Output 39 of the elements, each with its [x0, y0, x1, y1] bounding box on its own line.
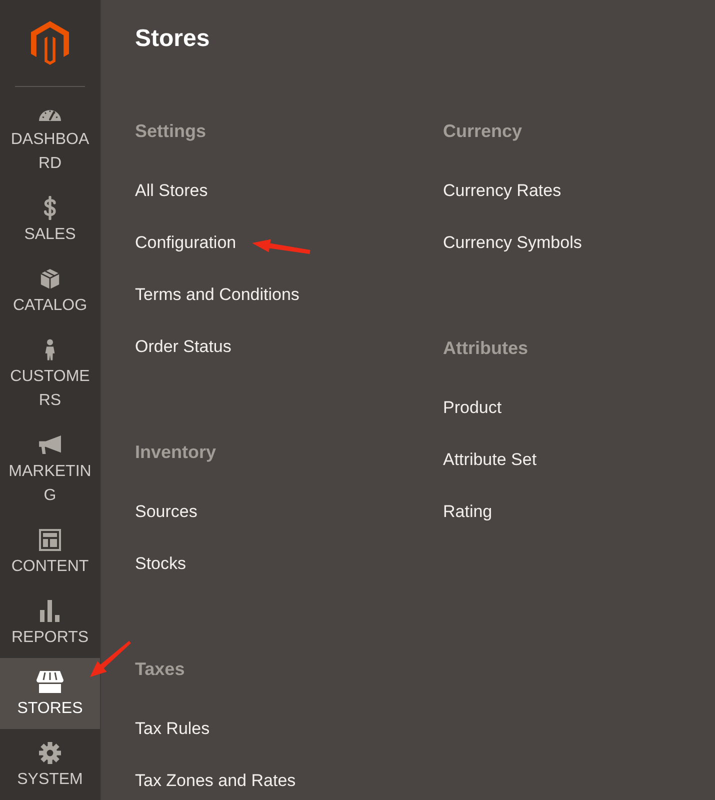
section-heading: Attributes: [443, 337, 528, 360]
menu-link[interactable]: Tax Zones and Rates: [135, 769, 296, 793]
storefront-icon: [36, 671, 64, 693]
nav-item[interactable]: CONTENT: [0, 516, 100, 587]
nav-item[interactable]: STORES: [0, 658, 100, 729]
section-heading: Inventory: [135, 441, 216, 464]
section-heading: Taxes: [135, 658, 185, 681]
nav-item[interactable]: DASHBOARD: [0, 89, 100, 184]
bar-chart-icon: [40, 600, 60, 622]
gear-icon: [39, 742, 61, 764]
layout-icon: [39, 529, 61, 551]
menu-link[interactable]: Currency Symbols: [443, 231, 582, 255]
nav-item[interactable]: CUSTOMERS: [0, 326, 100, 421]
annotation-arrow: [252, 239, 310, 254]
person-icon: [44, 338, 56, 362]
nav-item[interactable]: REPORTS: [0, 587, 100, 658]
menu-link[interactable]: Tax Rules: [135, 717, 210, 741]
dollar-icon: [43, 196, 57, 220]
menu-link[interactable]: Configuration: [135, 231, 236, 255]
menu-link[interactable]: Sources: [135, 500, 198, 524]
menu-link[interactable]: Rating: [443, 500, 492, 524]
panel-title: Stores: [135, 24, 210, 54]
box-icon: [40, 268, 60, 290]
menu-link[interactable]: Terms and Conditions: [135, 283, 300, 307]
logo-icon[interactable]: [31, 20, 69, 66]
menu-link[interactable]: All Stores: [135, 179, 208, 203]
nav-item[interactable]: MARKETING: [0, 421, 100, 516]
nav-item[interactable]: SALES: [0, 184, 100, 255]
annotation-arrow: [88, 639, 134, 679]
menu-link[interactable]: Product: [443, 396, 502, 420]
menu-link[interactable]: Attribute Set: [443, 448, 537, 472]
section-heading: Settings: [135, 120, 206, 143]
section-heading: Currency: [443, 120, 522, 143]
nav-item[interactable]: CATALOG: [0, 255, 100, 326]
menu-link[interactable]: Order Status: [135, 335, 232, 359]
menu-link[interactable]: Stocks: [135, 552, 186, 576]
menu-link[interactable]: Currency Rates: [443, 179, 562, 203]
nav-item[interactable]: SYSTEM: [0, 729, 100, 800]
megaphone-icon: [38, 435, 62, 455]
